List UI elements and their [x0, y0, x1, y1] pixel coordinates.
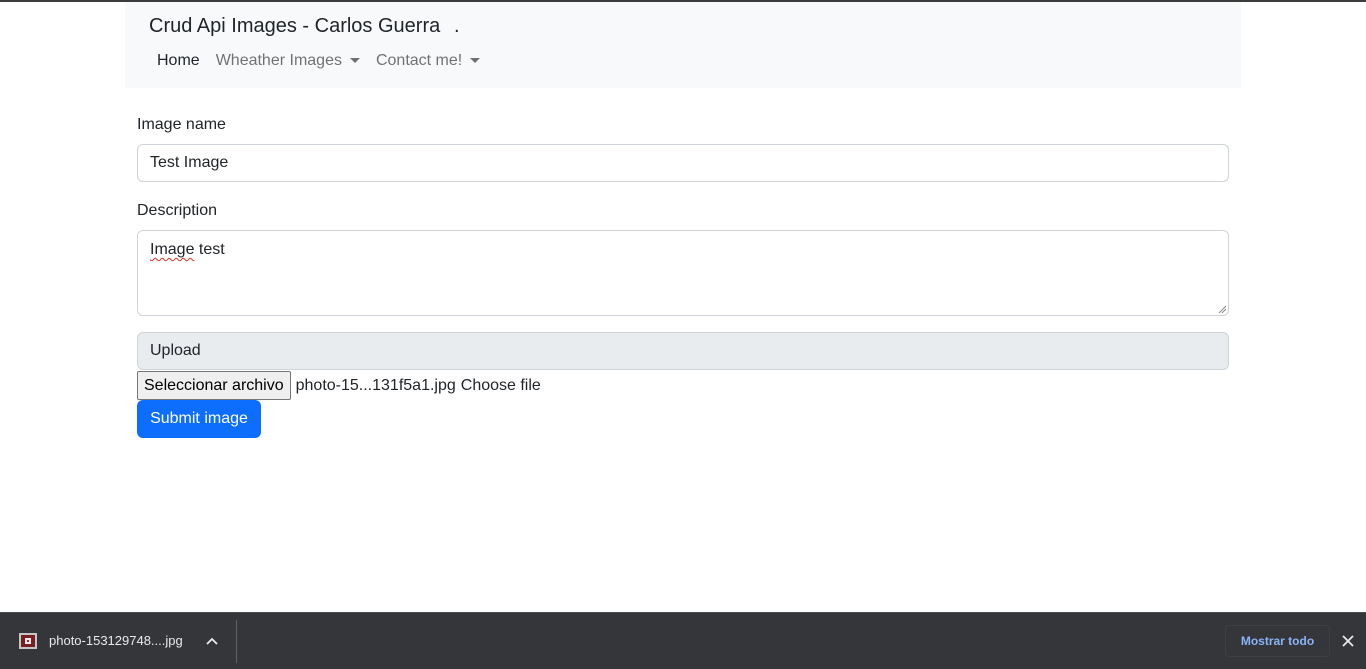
nav-item-home[interactable]: Home: [149, 50, 208, 72]
navbar-brand[interactable]: Crud Api Images - Carlos Guerra: [149, 14, 440, 38]
choose-file-button[interactable]: Seleccionar archivo: [137, 371, 291, 400]
close-icon[interactable]: [1338, 631, 1358, 651]
image-name-input[interactable]: Test Image: [137, 144, 1229, 182]
show-all-button[interactable]: Mostrar todo: [1225, 625, 1330, 657]
description-text: test: [194, 241, 225, 258]
submit-image-button[interactable]: Submit image: [137, 400, 261, 438]
image-name-value: Test Image: [150, 154, 229, 171]
upload-label-box: Upload: [137, 332, 1229, 370]
file-input: Seleccionar archivo photo-15...131f5a1.j…: [137, 371, 541, 400]
navbar: Crud Api Images - Carlos Guerra . Home W…: [125, 2, 1241, 88]
nav-item-label: Contact me!: [375, 52, 463, 69]
description-label: Description: [137, 202, 218, 219]
chevron-up-icon[interactable]: [202, 631, 222, 651]
download-bar: photo-153129748....jpg Mostrar todo: [0, 612, 1366, 669]
spellcheck-word: Image: [150, 241, 195, 258]
nav-item-label: Home: [157, 52, 200, 69]
description-textarea[interactable]: Image test: [137, 230, 1229, 316]
resize-grip-icon[interactable]: [1218, 305, 1226, 313]
selected-file-name: photo-15...131f5a1.jpg: [295, 376, 456, 394]
download-file-name[interactable]: photo-153129748....jpg: [49, 633, 183, 649]
upload-label: Upload: [150, 342, 201, 359]
caret-down-icon: [470, 57, 481, 63]
image-name-label: Image name: [137, 116, 226, 133]
choose-file-text: Choose file: [460, 376, 541, 394]
nav-links: Home Wheather Images Contact me!: [149, 50, 488, 72]
caret-down-icon: [349, 57, 360, 63]
nav-item-label: Wheather Images: [215, 52, 342, 69]
nav-item-wheather-images[interactable]: Wheather Images: [208, 50, 368, 72]
download-divider: [236, 620, 237, 663]
navbar-brand-dot: .: [454, 15, 460, 37]
nav-item-contact-me[interactable]: Contact me!: [368, 50, 488, 72]
image-file-icon: [19, 633, 37, 649]
